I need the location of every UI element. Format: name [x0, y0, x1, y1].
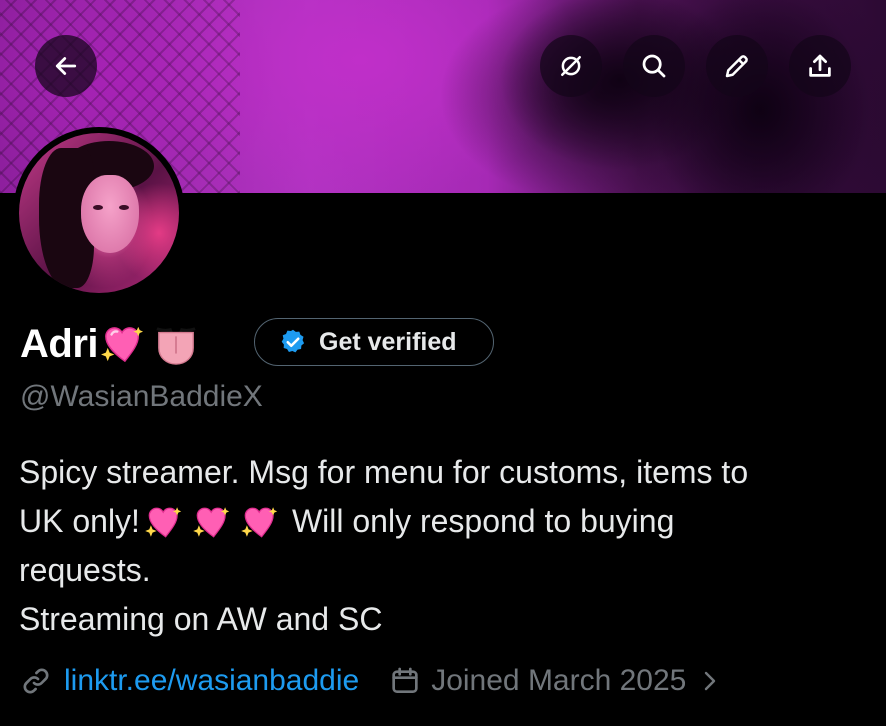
username-handle: @WasianBaddieX	[20, 380, 263, 413]
display-name-text: Adri	[20, 321, 99, 366]
bio-line: UK only! Will only respond to buying	[19, 497, 879, 546]
profile-website-link[interactable]: linktr.ee/wasianbaddie	[64, 664, 359, 698]
sparkling-heart-icon	[101, 326, 144, 363]
bio-line-text: Will only respond to buying	[291, 503, 675, 539]
sparkling-heart-icon	[193, 506, 230, 538]
edit-icon	[725, 55, 748, 78]
profile-meta: linktr.ee/wasianbaddie Joined March 2025	[20, 658, 722, 704]
display-name: Adri	[20, 318, 200, 370]
avatar-image	[19, 133, 179, 293]
share-button[interactable]	[789, 35, 851, 97]
avatar[interactable]	[13, 127, 185, 299]
arrow-left-icon	[55, 57, 77, 75]
profile-page: Adri Get verified @WasianBaddieX Spicy s…	[0, 0, 886, 726]
calendar-icon	[392, 667, 418, 693]
get-verified-button[interactable]: Get verified	[254, 318, 494, 366]
profile-bio: Spicy streamer. Msg for menu for customs…	[19, 448, 879, 644]
grok-icon	[561, 56, 581, 76]
link-icon	[23, 668, 49, 694]
joined-date: Joined March 2025	[431, 664, 687, 697]
sparkling-heart-icon	[145, 506, 182, 538]
bio-line-text: UK only!	[19, 503, 140, 539]
share-icon	[809, 54, 831, 77]
tongue-icon	[156, 327, 196, 365]
bio-line: Streaming on AW and SC	[19, 601, 383, 637]
back-button[interactable]	[35, 35, 97, 97]
bio-line: requests.	[19, 552, 151, 588]
get-verified-label: Get verified	[319, 327, 457, 356]
search-button[interactable]	[623, 35, 685, 97]
bio-line: Spicy streamer. Msg for menu for customs…	[19, 454, 749, 490]
verified-badge-icon	[281, 329, 305, 353]
edit-button[interactable]	[706, 35, 768, 97]
grok-button[interactable]	[540, 35, 602, 97]
search-icon	[642, 54, 666, 78]
sparkling-heart-icon	[241, 506, 278, 538]
chevron-right-icon[interactable]	[698, 669, 722, 693]
